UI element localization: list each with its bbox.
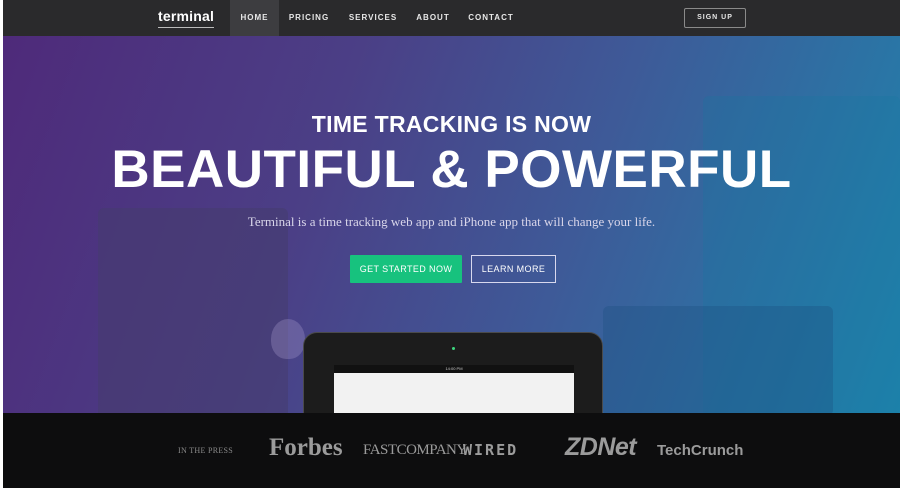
nav-item-services[interactable]: SERVICES <box>345 0 401 36</box>
hero-subtitle: Terminal is a time tracking web app and … <box>247 214 656 229</box>
nav-item-contact[interactable]: CONTACT <box>465 0 517 36</box>
techcrunch-logo: TechCrunch <box>657 442 744 459</box>
tablet-screen: 14:00 PM <box>334 365 574 413</box>
nav-item-about[interactable]: ABOUT <box>413 0 453 36</box>
hero-section: TIME TRACKING IS NOW BEAUTIFUL & POWERFU… <box>3 36 900 413</box>
forbes-logo: Forbes <box>269 434 343 461</box>
learn-more-button[interactable]: LEARN MORE <box>471 255 556 283</box>
camera-icon <box>452 347 455 350</box>
background-laptop-shape <box>98 208 288 413</box>
brand-logo[interactable]: terminal <box>158 8 215 28</box>
nav-item-pricing[interactable]: PRICING <box>284 0 334 36</box>
hero-headline: BEAUTIFUL & POWERFUL <box>111 140 792 199</box>
nav-item-home[interactable]: HOME <box>230 0 279 36</box>
apple-icon <box>271 319 305 359</box>
hero-kicker: TIME TRACKING IS NOW <box>311 111 592 137</box>
get-started-button[interactable]: GET STARTED NOW <box>350 255 462 283</box>
wired-logo: WIRED <box>463 441 519 459</box>
tablet-status-bar: 14:00 PM <box>334 365 574 373</box>
page-frame: terminal HOME PRICING SERVICES ABOUT CON… <box>3 0 900 488</box>
press-label: IN THE PRESS <box>178 446 234 455</box>
fastcompany-logo: FASTCOMPANY <box>363 442 467 458</box>
tablet-mockup: 14:00 PM <box>303 332 603 413</box>
top-navbar: terminal HOME PRICING SERVICES ABOUT CON… <box>3 0 900 36</box>
background-desk-shape <box>603 306 833 413</box>
sign-up-button[interactable]: SIGN UP <box>684 8 746 28</box>
zdnet-logo: ZDNet <box>565 433 637 461</box>
press-bar: IN THE PRESS Forbes FASTCOMPANY WIRED ZD… <box>3 413 900 488</box>
